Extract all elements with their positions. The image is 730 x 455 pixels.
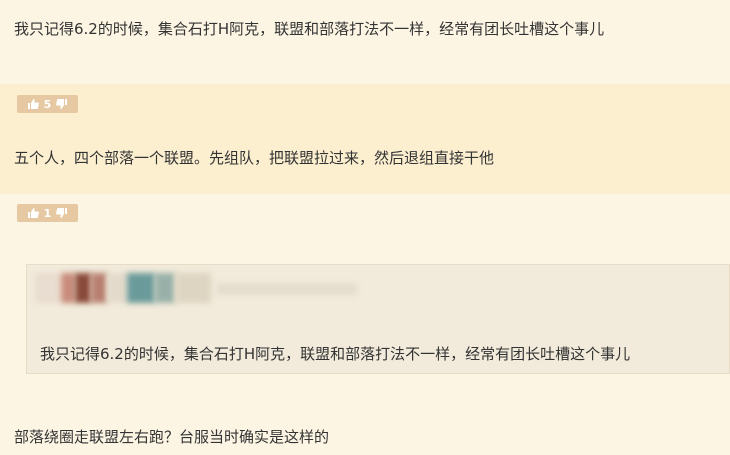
quote-text: 我只记得6.2的时候，集合石打H阿克，联盟和部落打法不一样，经常有团长吐槽这个事… [40, 345, 631, 363]
like-count: 1 [43, 206, 52, 220]
post-2-text: 五个人，四个部落一个联盟。先组队，把联盟拉过来，然后退组直接干他 [14, 149, 495, 167]
post-1: 我只记得6.2的时候，集合石打H阿克，联盟和部落打法不一样，经常有团长吐槽这个事… [0, 0, 730, 84]
post-3-text: 部落绕圈走联盟左右跑？台服当时确实是这样的 [14, 428, 330, 446]
quote-block: 我只记得6.2的时候，集合石打H阿克，联盟和部落打法不一样，经常有团长吐槽这个事… [26, 264, 730, 374]
vote-button[interactable]: 5 [17, 95, 78, 113]
like-count: 5 [43, 97, 52, 111]
thumbs-up-icon[interactable] [27, 208, 39, 218]
thumbs-down-icon[interactable] [56, 208, 68, 218]
thumbs-down-icon[interactable] [56, 99, 68, 109]
post-1-text: 我只记得6.2的时候，集合石打H阿克，联盟和部落打法不一样，经常有团长吐槽这个事… [14, 20, 605, 38]
vote-button[interactable]: 1 [17, 204, 78, 222]
thumbs-up-icon[interactable] [27, 99, 39, 109]
quote-author-blurred [35, 273, 365, 303]
post-2: 5 五个人，四个部落一个联盟。先组队，把联盟拉过来，然后退组直接干他 [0, 84, 730, 194]
